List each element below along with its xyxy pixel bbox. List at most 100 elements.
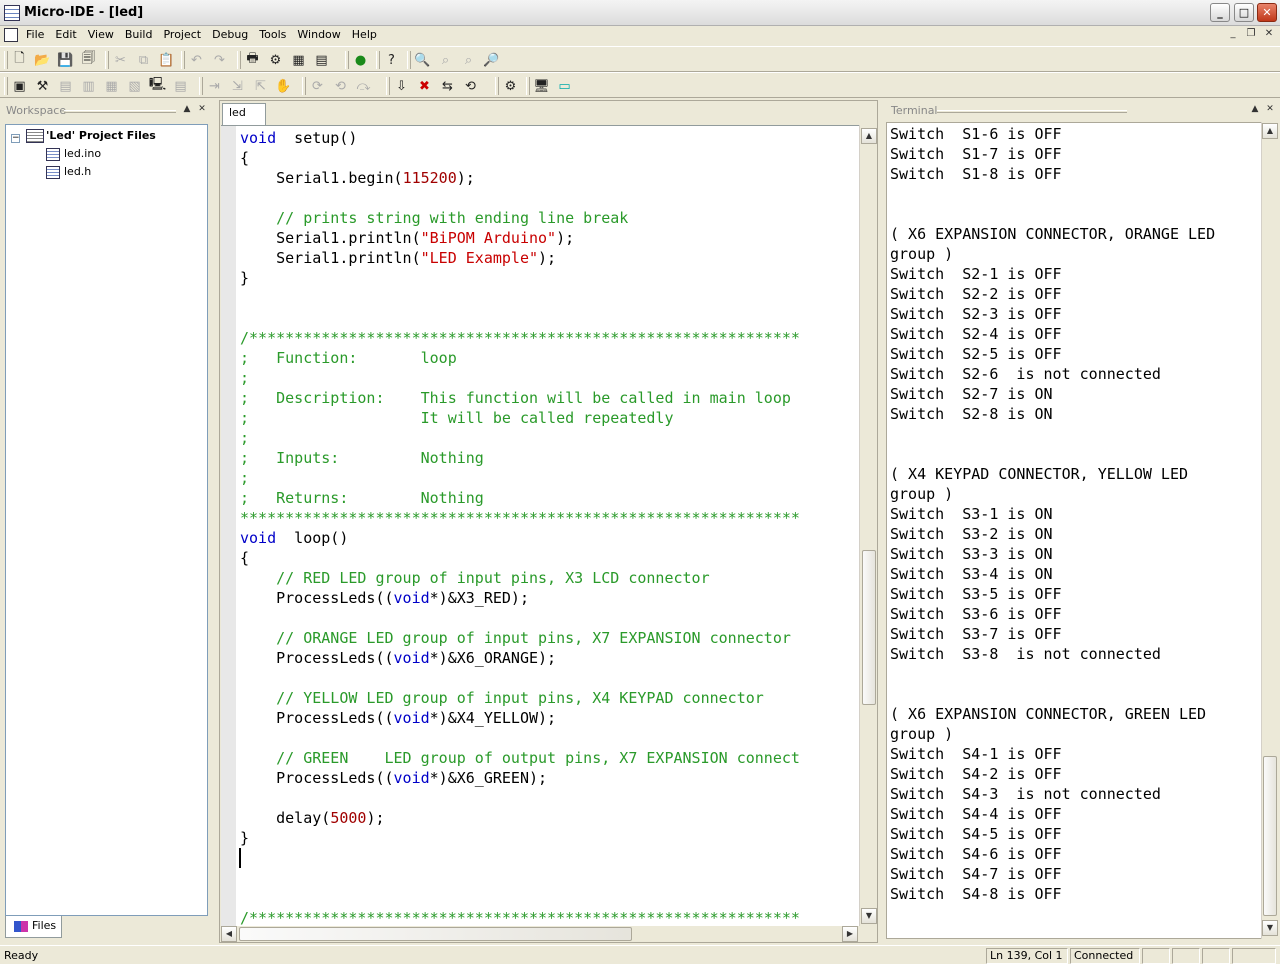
minimize-button[interactable]: _: [1210, 3, 1230, 22]
menu-file[interactable]: File: [22, 28, 51, 41]
paste-icon[interactable]: 📋: [156, 50, 177, 70]
find-next-icon[interactable]: ⌕: [435, 50, 456, 70]
terminal-close-button[interactable]: ✕: [1264, 104, 1276, 116]
terminal-line: ( X6 EXPANSION CONNECTOR, GREEN LED: [890, 705, 1207, 723]
step-icon[interactable]: ⇥: [204, 76, 225, 96]
open-icon[interactable]: 📂: [32, 50, 53, 70]
menu-build[interactable]: Build: [121, 28, 160, 41]
menu-debug[interactable]: Debug: [208, 28, 255, 41]
terminal-vertical-scrollbar[interactable]: ▲ ▼: [1261, 122, 1278, 939]
cursor-position: Ln 139, Col 1: [986, 948, 1068, 964]
monitor-icon[interactable]: 🖥: [531, 76, 552, 96]
breakpoint-icon[interactable]: ⟳: [307, 76, 328, 96]
reset-icon[interactable]: ⟲: [460, 76, 481, 96]
scroll-right-button[interactable]: ▶: [842, 926, 858, 942]
terminal-scroll-thumb[interactable]: [1263, 756, 1277, 916]
build-icon[interactable]: ▦: [288, 50, 309, 70]
code-line: ;: [240, 468, 800, 488]
save-icon[interactable]: 💾: [55, 50, 76, 70]
status-text: Ready: [4, 949, 39, 962]
code-editor[interactable]: void setup(){ Serial1.begin(115200); // …: [221, 125, 859, 926]
terminal-line: Switch S2-7 is ON: [890, 385, 1053, 403]
editor-vertical-scrollbar[interactable]: ▲ ▼: [859, 125, 877, 926]
mdi-minimize-button[interactable]: _: [1226, 28, 1240, 41]
undo-icon[interactable]: ↶: [186, 50, 207, 70]
code-text[interactable]: void setup(){ Serial1.begin(115200); // …: [240, 128, 800, 926]
step-out-icon[interactable]: ⇱: [250, 76, 271, 96]
screen-icon[interactable]: ▭: [554, 76, 575, 96]
stop-icon[interactable]: ✋: [273, 76, 294, 96]
menu-window[interactable]: Window: [293, 28, 347, 41]
clear-breakpoint-icon[interactable]: ⟲: [330, 76, 351, 96]
code-token: void: [393, 589, 430, 607]
properties-icon[interactable]: ⚒: [32, 76, 53, 96]
run-icon[interactable]: ●: [350, 50, 371, 70]
find-prev-icon[interactable]: ⌕: [458, 50, 479, 70]
status-bar: Ready Ln 139, Col 1 Connected: [0, 945, 1280, 964]
maximize-button[interactable]: □: [1234, 3, 1254, 22]
workspace-pin-button[interactable]: ▲: [181, 104, 193, 116]
redo-icon[interactable]: ↷: [209, 50, 230, 70]
find-in-files-icon[interactable]: 🔎: [481, 50, 502, 70]
document-icon[interactable]: [4, 28, 18, 42]
download-icon[interactable]: ⇩: [391, 76, 412, 96]
scroll-up-button[interactable]: ▲: [861, 128, 877, 144]
workspace-title: Workspace: [6, 104, 67, 117]
print-icon[interactable]: 🖶: [242, 50, 263, 70]
terminal-pin-button[interactable]: ▲: [1249, 104, 1261, 116]
tab-led[interactable]: led: [222, 103, 266, 125]
mdi-close-button[interactable]: ✕: [1262, 28, 1276, 41]
help-icon[interactable]: ?: [381, 50, 402, 70]
menu-project[interactable]: Project: [159, 28, 208, 41]
workspace-close-button[interactable]: ✕: [196, 104, 208, 116]
collapse-icon[interactable]: −: [11, 134, 20, 143]
workspace-toggle-icon[interactable]: ▣: [9, 76, 30, 96]
terminal-scroll-down-button[interactable]: ▼: [1262, 920, 1278, 936]
toolbar-group: ⟳ ⟲ ⤼: [301, 75, 376, 97]
editor-horizontal-scrollbar[interactable]: ◀ ▶: [221, 926, 859, 942]
save-all-icon[interactable]: 🗐: [78, 50, 99, 70]
step-into-icon[interactable]: ⇲: [227, 76, 248, 96]
code-token: ; Function: loop: [240, 349, 457, 367]
scroll-left-button[interactable]: ◀: [221, 926, 237, 942]
code-token: // YELLOW LED group of input pins, X4 KE…: [240, 689, 764, 707]
copy-icon[interactable]: ⧉: [133, 50, 154, 70]
new-file-icon[interactable]: 🗋: [9, 50, 30, 70]
output-icon[interactable]: ▤: [55, 76, 76, 96]
run-to-icon[interactable]: ⤼: [353, 76, 374, 96]
tree-file-item[interactable]: led.h: [46, 163, 91, 181]
options-icon[interactable]: ⚙: [500, 76, 521, 96]
watch-icon[interactable]: ▥: [78, 76, 99, 96]
cut-icon[interactable]: ✂: [110, 50, 131, 70]
hscroll-thumb[interactable]: [239, 927, 632, 941]
terminal-scroll-up-button[interactable]: ▲: [1262, 123, 1278, 139]
terminal-line: Switch S2-6 is not connected: [890, 365, 1161, 383]
close-button[interactable]: ✕: [1257, 3, 1277, 22]
tree-root[interactable]: − 'Led' Project Files: [6, 127, 206, 145]
code-line: ;: [240, 368, 800, 388]
mdi-restore-button[interactable]: ❐: [1244, 28, 1258, 41]
menu-tools[interactable]: Tools: [255, 28, 293, 41]
disconnect-icon[interactable]: ✖: [414, 76, 435, 96]
terminal-icon[interactable]: 🖳: [147, 76, 168, 96]
compile-icon[interactable]: ⚙: [265, 50, 286, 70]
code-token: ProcessLeds((: [240, 589, 394, 607]
registers-icon[interactable]: ▧: [124, 76, 145, 96]
terminal-line: Switch S3-6 is OFF: [890, 605, 1062, 623]
connect-icon[interactable]: ⇆: [437, 76, 458, 96]
find-icon[interactable]: 🔍: [412, 50, 433, 70]
build-all-icon[interactable]: ▤: [311, 50, 332, 70]
scroll-thumb[interactable]: [862, 550, 876, 705]
memory-icon[interactable]: ▦: [101, 76, 122, 96]
menu-view[interactable]: View: [84, 28, 121, 41]
tree-file-item[interactable]: led.ino: [46, 145, 101, 163]
code-token: void: [393, 709, 430, 727]
console-icon[interactable]: ▤: [170, 76, 191, 96]
menu-edit[interactable]: Edit: [51, 28, 83, 41]
terminal-output[interactable]: Switch S1-6 is OFF Switch S1-7 is OFF Swit…: [886, 122, 1262, 939]
menu-help[interactable]: Help: [348, 28, 384, 41]
code-token: {: [240, 149, 250, 167]
tab-files[interactable]: Files: [5, 916, 62, 938]
scroll-down-button[interactable]: ▼: [861, 908, 877, 924]
